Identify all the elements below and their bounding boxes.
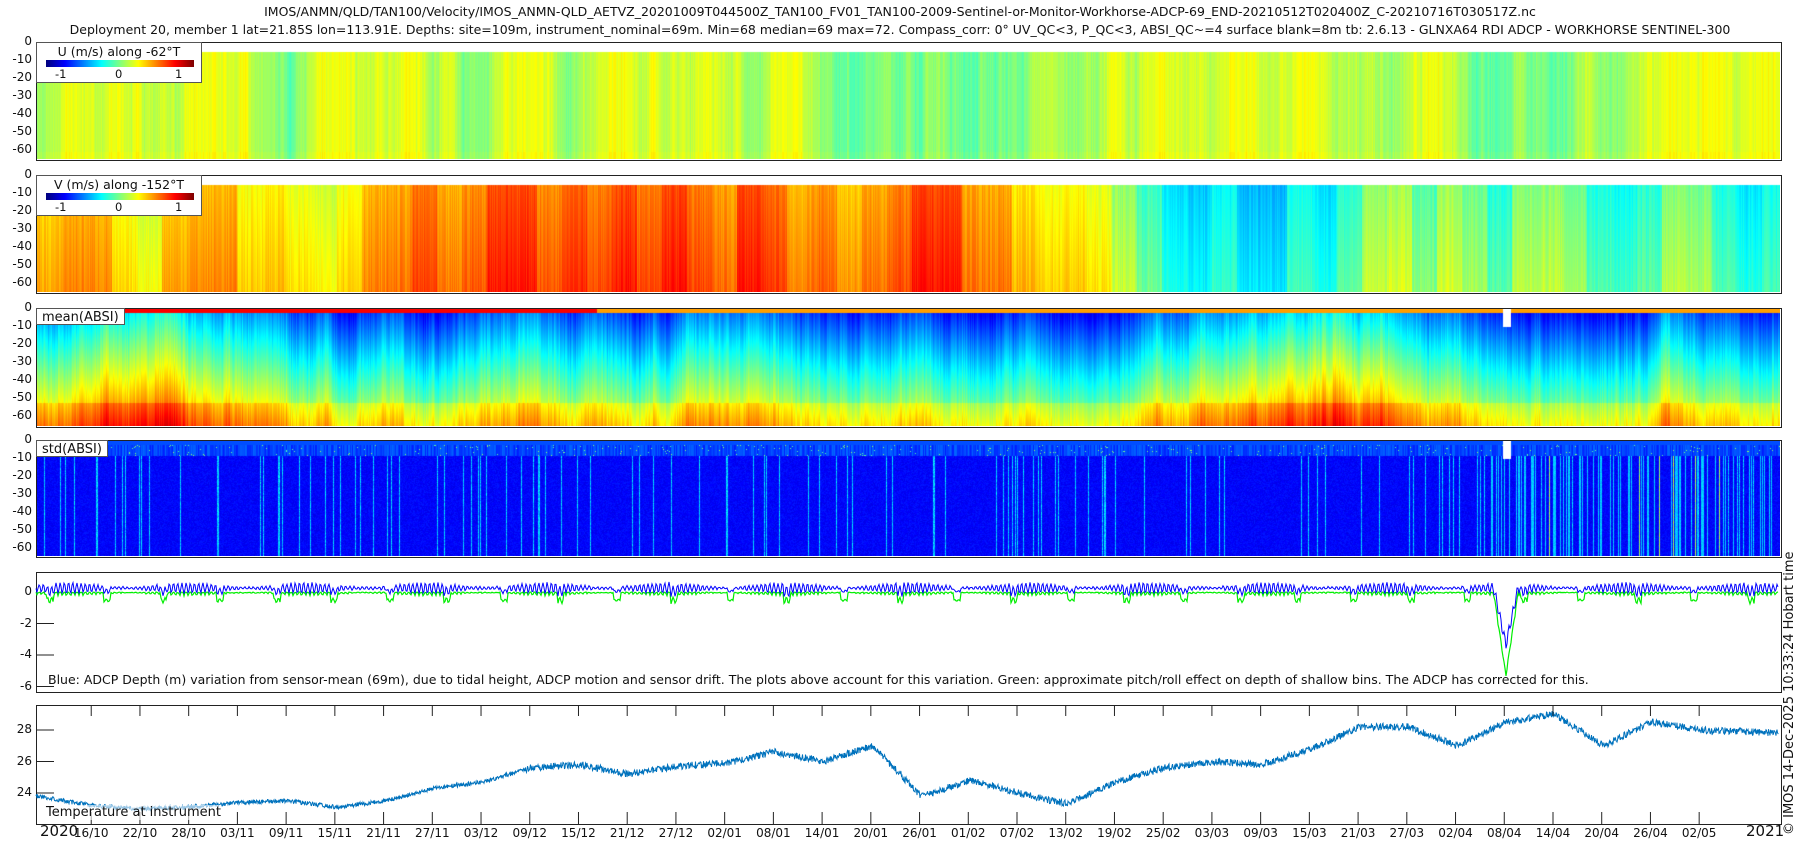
x-tick-label: 14/01 bbox=[804, 826, 840, 840]
x-tick-label: 03/03 bbox=[1194, 826, 1230, 840]
x-tick-label: 28/10 bbox=[171, 826, 206, 840]
x-tick-label: 03/11 bbox=[220, 826, 255, 840]
x-tick-label: 19/02 bbox=[1097, 826, 1132, 840]
x-tick-label: 09/03 bbox=[1243, 826, 1278, 840]
line-plots bbox=[35, 580, 1779, 824]
depth-annotation: Blue: ADCP Depth (m) variation from sens… bbox=[48, 672, 1589, 687]
x-tick-label: 15/03 bbox=[1292, 826, 1327, 840]
x-tick-label: 21/03 bbox=[1340, 826, 1376, 840]
x-tick-label: 08/01 bbox=[756, 826, 791, 840]
copyright-timestamp: © IMOS 14-Dec-2025 10:33:24 Hobart time bbox=[1782, 551, 1797, 835]
x-tick-label: 27/11 bbox=[415, 826, 450, 840]
x-tick-label: 25/02 bbox=[1145, 826, 1181, 840]
adcp-depth-series-line bbox=[35, 580, 1779, 649]
temperature-label: Temperature at instrument bbox=[46, 805, 221, 820]
x-tick-label: 02/04 bbox=[1438, 826, 1473, 840]
x-tick-label: 15/11 bbox=[317, 826, 353, 840]
x-tick-label: 20/04 bbox=[1584, 826, 1619, 840]
x-tick-label: 15/12 bbox=[561, 826, 596, 840]
year-start-label: 2020 bbox=[40, 822, 79, 840]
x-tick-label: 02/05 bbox=[1681, 826, 1717, 840]
x-tick-label: 27/03 bbox=[1389, 826, 1425, 840]
x-tick-label: 27/12 bbox=[658, 826, 694, 840]
x-tick-label: 26/01 bbox=[902, 826, 937, 840]
pitch-roll-series-line bbox=[35, 589, 1779, 676]
x-tick-label: 22/10 bbox=[122, 826, 158, 840]
year-end-label: 2021 bbox=[1746, 822, 1785, 840]
x-tick-label: 08/04 bbox=[1486, 826, 1522, 840]
x-tick-label: 01/02 bbox=[950, 826, 986, 840]
x-tick-label: 16/10 bbox=[73, 826, 109, 840]
x-tick-label: 21/12 bbox=[609, 826, 645, 840]
temperature-series-line bbox=[35, 711, 1779, 813]
x-tick-label: 09/11 bbox=[268, 826, 304, 840]
x-tick-label: 09/12 bbox=[512, 826, 548, 840]
x-tick-label: 03/12 bbox=[463, 826, 499, 840]
x-tick-label: 14/04 bbox=[1535, 826, 1571, 840]
x-tick-label: 20/01 bbox=[853, 826, 889, 840]
x-tick-label: 02/01 bbox=[707, 826, 742, 840]
x-tick-label: 07/02 bbox=[999, 826, 1035, 840]
x-tick-label: 21/11 bbox=[366, 826, 401, 840]
x-tick-label: 13/02 bbox=[1048, 826, 1084, 840]
x-tick-label: 26/04 bbox=[1633, 826, 1668, 840]
